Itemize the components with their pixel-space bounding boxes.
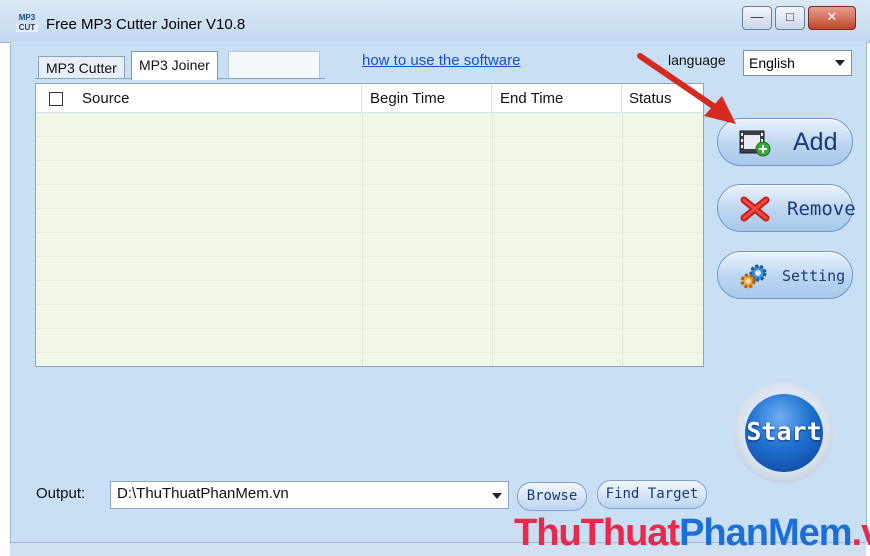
watermark: ThuThuatPhanMem.vn xyxy=(514,512,870,555)
find-target-button[interactable]: Find Target xyxy=(597,480,707,509)
minimize-button[interactable]: — xyxy=(742,6,772,30)
row-line xyxy=(36,304,703,305)
row-line xyxy=(36,208,703,209)
browse-button[interactable]: Browse xyxy=(517,482,587,511)
chevron-down-icon xyxy=(835,60,845,66)
column-end-time[interactable]: End Time xyxy=(492,84,622,112)
setting-button-label: Setting xyxy=(782,267,846,285)
row-line xyxy=(36,136,703,137)
maximize-button[interactable]: □ xyxy=(775,6,805,30)
gear-icon xyxy=(740,264,767,289)
add-button-label: Add xyxy=(793,128,838,156)
watermark-part: .vn xyxy=(851,512,870,554)
tab-strip-filler xyxy=(228,51,320,78)
start-button[interactable]: Start xyxy=(745,394,823,472)
row-line xyxy=(36,232,703,233)
table-header: Source Begin Time End Time Status xyxy=(36,84,703,113)
column-source[interactable]: Source xyxy=(36,84,362,112)
language-select[interactable]: English xyxy=(743,50,852,76)
watermark-part: PhanMem xyxy=(679,512,852,554)
file-table[interactable]: Source Begin Time End Time Status xyxy=(35,83,704,367)
tab-mp3-cutter[interactable]: MP3 Cutter xyxy=(38,56,125,79)
tab-mp3-joiner[interactable]: MP3 Joiner xyxy=(131,51,218,80)
remove-x-icon xyxy=(740,196,770,222)
chevron-down-icon xyxy=(492,493,502,499)
app-icon-text-top: MP3 xyxy=(18,13,36,22)
app-icon: MP3 CUT xyxy=(16,14,38,34)
row-line xyxy=(36,280,703,281)
row-line xyxy=(36,184,703,185)
watermark-part: Thu xyxy=(514,512,582,554)
remove-button[interactable]: Remove xyxy=(717,184,856,232)
setting-button[interactable]: Setting xyxy=(717,251,853,299)
window-title: Free MP3 Cutter Joiner V10.8 xyxy=(46,16,246,33)
close-button[interactable]: ✕ xyxy=(808,6,856,30)
output-path-select[interactable]: D:\ThuThuatPhanMem.vn xyxy=(110,481,509,509)
help-link[interactable]: how to use the software xyxy=(362,52,520,69)
add-file-icon xyxy=(739,130,771,157)
app-icon-text-bottom: CUT xyxy=(16,24,38,32)
column-begin-time[interactable]: Begin Time xyxy=(362,84,492,112)
remove-button-label: Remove xyxy=(787,198,856,220)
row-line xyxy=(36,256,703,257)
annotation-arrow-icon xyxy=(637,53,736,124)
output-label: Output: xyxy=(36,485,86,502)
row-line xyxy=(36,352,703,353)
row-line xyxy=(36,160,703,161)
language-value: English xyxy=(749,55,795,71)
watermark-part: Thuat xyxy=(580,512,680,554)
output-path-value: D:\ThuThuatPhanMem.vn xyxy=(117,485,289,502)
row-line xyxy=(36,328,703,329)
